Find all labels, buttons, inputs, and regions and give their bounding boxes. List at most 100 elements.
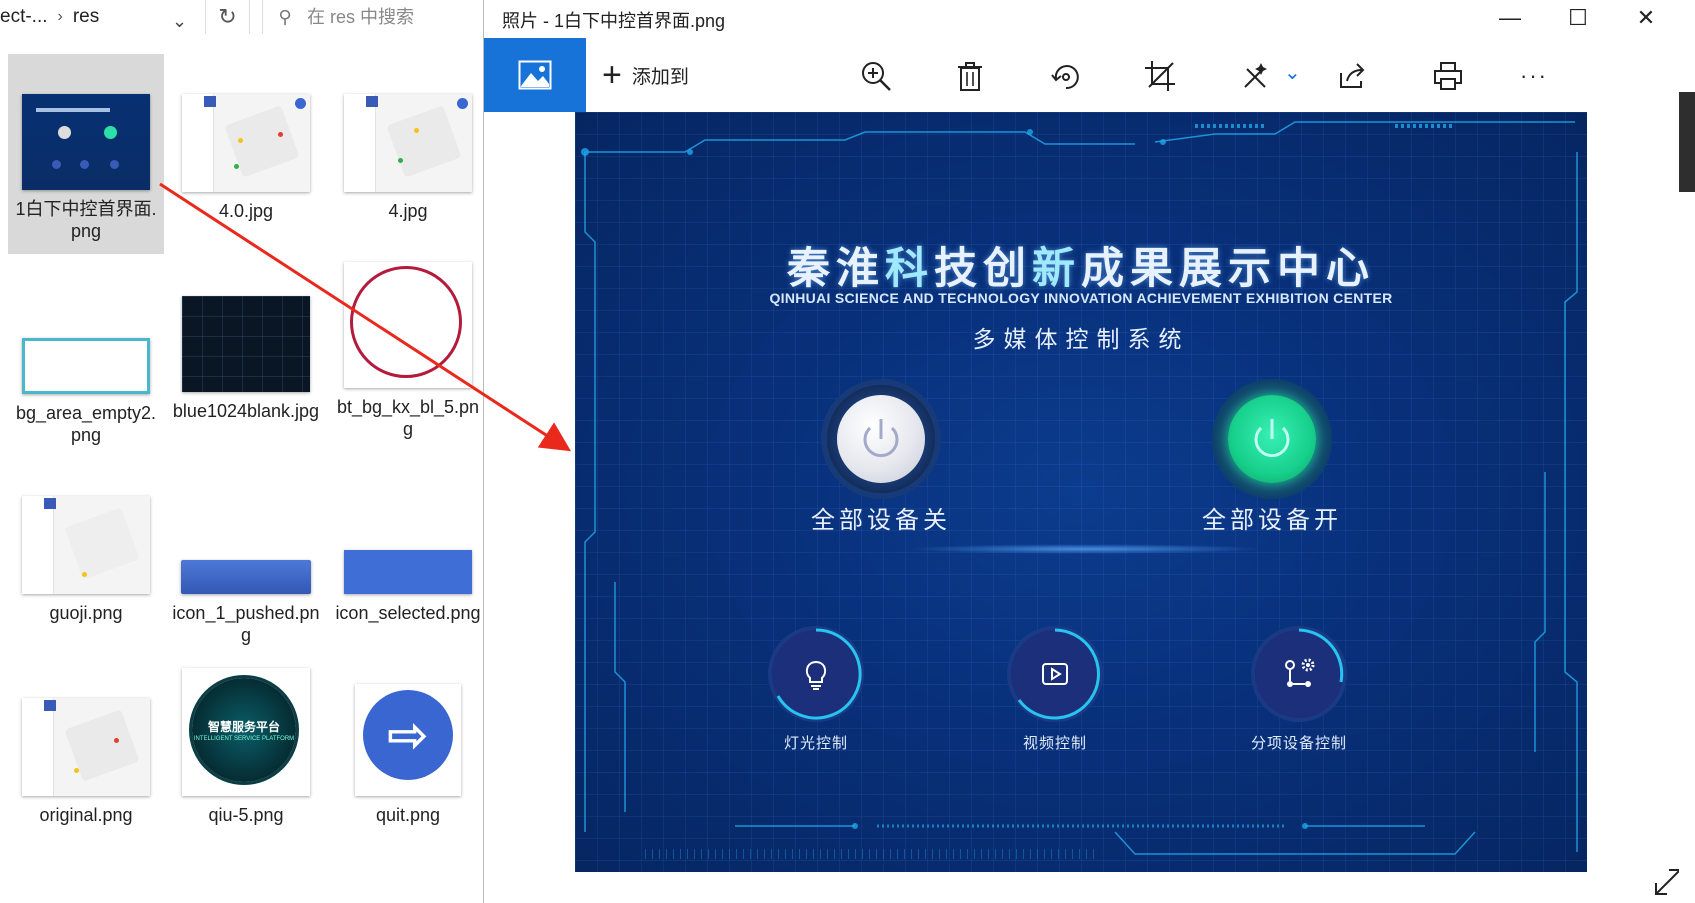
file-item[interactable]: 1白下中控首界面.png bbox=[8, 54, 164, 254]
file-name: icon_selected.png bbox=[335, 603, 481, 623]
close-icon: ✕ bbox=[1636, 5, 1656, 30]
file-item[interactable]: bt_bg_kx_bl_5.png bbox=[330, 262, 486, 440]
zoom-icon bbox=[862, 62, 891, 91]
file-name: 1白下中控首界面.png bbox=[15, 199, 157, 241]
close-button[interactable]: ✕ bbox=[1612, 0, 1680, 36]
file-thumbnail bbox=[182, 94, 310, 192]
refresh-icon: ↻ bbox=[218, 4, 237, 29]
share-icon bbox=[1340, 63, 1365, 88]
file-name: qiu-5.png bbox=[208, 805, 284, 825]
english-subtitle: QINHUAI SCIENCE AND TECHNOLOGY INNOVATIO… bbox=[769, 290, 1393, 306]
file-item[interactable]: bg_area_empty2.png bbox=[8, 300, 164, 446]
breadcrumb-separator-icon: › bbox=[57, 8, 63, 25]
title-bar: 照片 - 1白下中控首界面.png — ☐ ✕ bbox=[484, 0, 1695, 38]
edit-button[interactable] bbox=[1236, 56, 1276, 96]
print-icon bbox=[1434, 62, 1462, 90]
file-explorer: ect-... › res ⌄ ↻ ⚲ 1白下中控首界面.png 4.0.jpg bbox=[0, 0, 484, 903]
file-thumbnail: ⇨ bbox=[355, 684, 461, 796]
rotate-button[interactable] bbox=[1046, 56, 1086, 96]
more-button[interactable]: ··· bbox=[1514, 56, 1554, 96]
search-icon: ⚲ bbox=[278, 6, 292, 27]
address-bar[interactable]: ect-... › res bbox=[0, 0, 99, 34]
toolbar: + 添加到 ⌄ ··· bbox=[484, 38, 1695, 112]
power-icon bbox=[1254, 419, 1290, 458]
tech-frame-decoration bbox=[581, 121, 1578, 859]
window-title: 照片 - 1白下中控首界面.png bbox=[502, 11, 726, 31]
file-item[interactable]: guoji.png bbox=[8, 496, 164, 624]
minimize-icon: — bbox=[1499, 5, 1521, 30]
file-name: original.png bbox=[39, 805, 133, 825]
light-control-label: 灯光控制 bbox=[783, 735, 848, 752]
breadcrumb-current[interactable]: res bbox=[73, 6, 99, 28]
picture-icon bbox=[518, 60, 552, 90]
file-thumbnail: 智慧服务平台 INTELLIGENT SERVICE PLATFORM bbox=[182, 668, 310, 796]
displayed-image: 秦淮科技创新成果展示中心 QINHUAI SCIENCE AND TECHNOL… bbox=[575, 112, 1587, 872]
file-thumbnail bbox=[344, 94, 472, 192]
background-window-edge bbox=[1679, 92, 1695, 903]
orb-thumb-title: 智慧服务平台 bbox=[207, 720, 280, 734]
file-thumbnail bbox=[22, 94, 150, 190]
light-control-button[interactable] bbox=[772, 628, 862, 720]
lightbulb-icon bbox=[805, 660, 827, 690]
collection-button[interactable] bbox=[484, 38, 586, 112]
file-thumbnail bbox=[344, 262, 472, 388]
maximize-button[interactable]: ☐ bbox=[1544, 0, 1612, 36]
all-off-label: 全部设备关 bbox=[811, 507, 951, 534]
crop-icon bbox=[1145, 61, 1175, 91]
file-name: blue1024blank.jpg bbox=[172, 401, 320, 421]
file-item[interactable]: 4.0.jpg bbox=[168, 54, 324, 222]
share-button[interactable] bbox=[1332, 56, 1372, 96]
file-name: 4.0.jpg bbox=[218, 201, 274, 221]
file-item[interactable]: original.png bbox=[8, 698, 164, 826]
file-name: bt_bg_kx_bl_5.png bbox=[336, 397, 480, 439]
delete-icon bbox=[958, 62, 982, 91]
more-icon: ··· bbox=[1520, 63, 1548, 88]
minimize-button[interactable]: — bbox=[1476, 0, 1544, 36]
search-box: ⚲ bbox=[262, 0, 484, 34]
file-item[interactable]: 智慧服务平台 INTELLIGENT SERVICE PLATFORM qiu-5… bbox=[168, 668, 324, 826]
add-to-label: 添加到 bbox=[631, 66, 689, 88]
breadcrumb-parent[interactable]: ect-... bbox=[0, 6, 48, 28]
video-control-button[interactable] bbox=[1011, 628, 1100, 720]
chevron-down-icon[interactable]: ⌄ bbox=[1284, 60, 1301, 85]
edit-icon bbox=[1244, 63, 1267, 88]
file-thumbnail bbox=[22, 496, 150, 594]
file-thumbnail bbox=[22, 698, 150, 796]
file-item[interactable]: icon_1_pushed.png bbox=[168, 560, 324, 646]
all-off-button[interactable] bbox=[827, 385, 935, 493]
main-title: 秦淮科技创新成果展示中心 bbox=[787, 245, 1375, 293]
file-thumbnail bbox=[22, 338, 150, 394]
plus-icon: + bbox=[602, 56, 622, 94]
all-on-button[interactable] bbox=[1218, 385, 1326, 493]
file-name: quit.png bbox=[375, 805, 441, 825]
file-item[interactable]: icon_selected.png bbox=[330, 550, 486, 624]
delete-button[interactable] bbox=[950, 56, 990, 96]
file-item[interactable]: blue1024blank.jpg bbox=[168, 296, 324, 422]
print-button[interactable] bbox=[1428, 56, 1468, 96]
file-name: bg_area_empty2.png bbox=[15, 403, 157, 445]
zoom-button[interactable] bbox=[856, 56, 896, 96]
file-thumbnail bbox=[344, 550, 472, 594]
file-thumbnail bbox=[181, 560, 311, 594]
quit-icon: ⇨ bbox=[363, 690, 453, 780]
device-control-label: 分项设备控制 bbox=[1250, 735, 1347, 752]
chevron-down-icon[interactable]: ⌄ bbox=[172, 4, 187, 38]
search-input[interactable] bbox=[307, 6, 477, 28]
all-on-label: 全部设备开 bbox=[1202, 507, 1342, 534]
file-item[interactable]: 4.jpg bbox=[330, 54, 486, 222]
refresh-button[interactable]: ↻ bbox=[205, 0, 250, 34]
maximize-icon: ☐ bbox=[1568, 5, 1588, 30]
video-icon bbox=[1042, 663, 1068, 685]
video-control-label: 视频控制 bbox=[1022, 735, 1087, 752]
file-item[interactable]: ⇨ quit.png bbox=[330, 684, 486, 826]
device-control-button[interactable] bbox=[1255, 628, 1344, 718]
rotate-icon bbox=[1051, 65, 1079, 90]
crop-button[interactable] bbox=[1140, 56, 1180, 96]
file-name: guoji.png bbox=[49, 603, 123, 623]
system-name: 多媒体控制系统 bbox=[972, 326, 1190, 352]
power-icon bbox=[863, 419, 899, 458]
orb-thumb-subtitle: INTELLIGENT SERVICE PLATFORM bbox=[193, 736, 295, 742]
add-to-button[interactable]: + 添加到 bbox=[602, 38, 689, 112]
file-thumbnail bbox=[182, 296, 310, 392]
glow-divider bbox=[905, 544, 1265, 554]
